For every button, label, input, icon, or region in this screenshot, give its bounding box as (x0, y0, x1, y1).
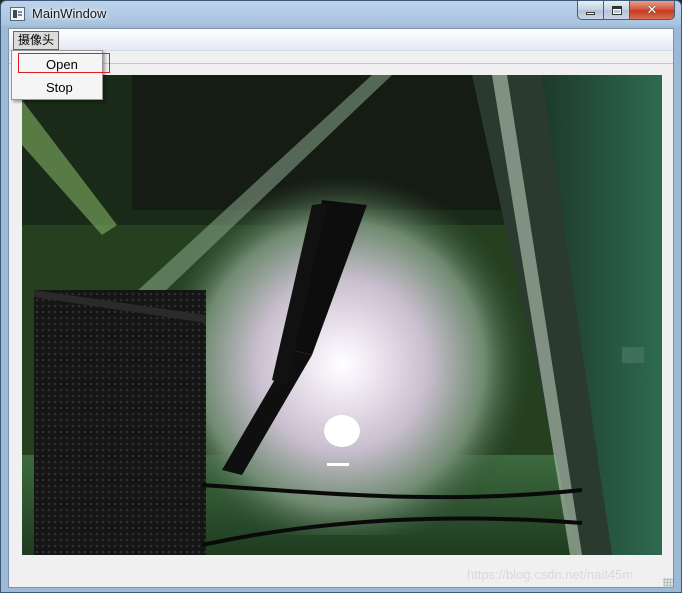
camera-video-view (22, 75, 662, 555)
menu-item-open[interactable]: Open (12, 54, 102, 76)
maximize-icon (611, 5, 622, 15)
resize-grip-icon[interactable] (663, 578, 673, 588)
camera-menu[interactable]: 摄像头 (13, 31, 60, 50)
client-area: 摄像头 (8, 28, 674, 588)
camera-menu-dropdown: Open Stop (11, 50, 103, 100)
camera-frame-image (22, 75, 662, 555)
maximize-button[interactable] (604, 1, 630, 20)
close-icon: ✕ (646, 2, 658, 18)
menu-item-stop[interactable]: Stop (12, 77, 102, 99)
minimize-button[interactable] (577, 1, 604, 20)
app-icon[interactable] (10, 7, 25, 21)
window-controls: ✕ (577, 1, 675, 20)
close-button[interactable]: ✕ (630, 1, 675, 20)
minimize-icon (586, 11, 595, 15)
toolbar-separator (9, 63, 673, 64)
main-window: MainWindow ✕ 摄像头 Open Stop https://blog.… (0, 0, 682, 593)
window-title: MainWindow (32, 6, 107, 21)
watermark-text: https://blog.csdn.net/nait45m (467, 567, 634, 582)
title-bar[interactable]: MainWindow ✕ (1, 1, 681, 28)
menu-bar: 摄像头 (9, 29, 673, 51)
